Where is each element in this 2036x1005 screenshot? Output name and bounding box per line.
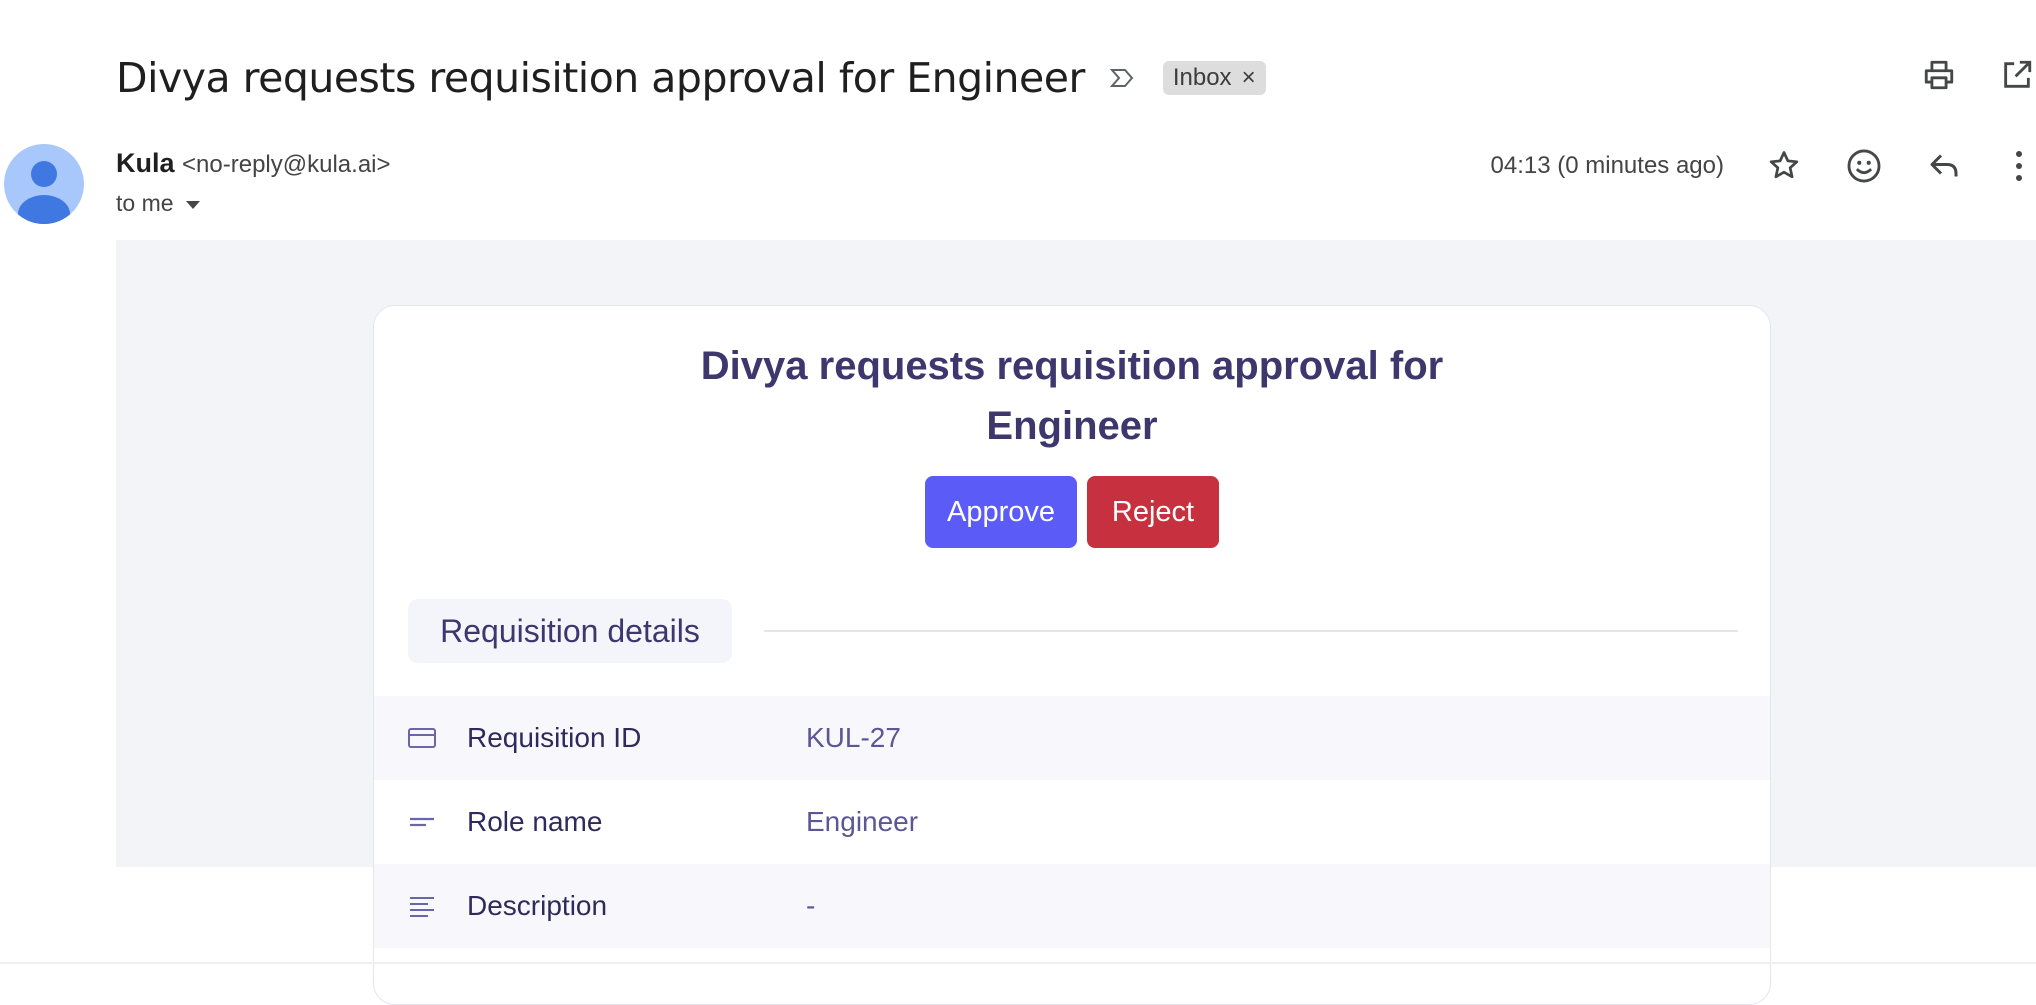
section-divider	[764, 630, 1738, 632]
row-value: -	[806, 890, 816, 921]
message-actions: 04:13 (0 minutes ago)	[1491, 144, 2036, 188]
sender-email: <no-reply@kula.ai>	[182, 151, 391, 178]
approve-button[interactable]: Approve	[925, 476, 1077, 548]
card-title-line-2: Engineer	[986, 404, 1158, 448]
card-title-line-1: Divya requests requisition approval for	[700, 344, 1444, 388]
inbox-label-chip[interactable]: Inbox ×	[1162, 61, 1266, 95]
subject-row: Divya requests requisition approval for …	[116, 48, 1266, 108]
print-icon[interactable]	[1920, 56, 1958, 94]
action-buttons: Approve Reject	[374, 476, 1770, 548]
approval-card: Divya requests requisition approval for …	[373, 305, 1771, 1005]
section-title: Requisition details	[408, 599, 732, 663]
caret-down-icon[interactable]	[184, 190, 202, 217]
recipient-details[interactable]: to me	[116, 190, 202, 217]
importance-marker-icon[interactable]	[1109, 63, 1139, 93]
top-actions	[1920, 56, 2036, 94]
card-title: Divya requests requisition approval for …	[374, 336, 1770, 456]
recipient-text: to me	[116, 190, 174, 216]
label-chip-text: Inbox	[1172, 64, 1232, 91]
star-icon[interactable]	[1762, 144, 1806, 188]
detail-row-description: Description -	[374, 864, 1770, 948]
row-value: KUL-27	[806, 722, 901, 753]
reject-button[interactable]: Reject	[1087, 476, 1219, 548]
sender-name[interactable]: Kula	[116, 148, 175, 178]
more-vert-icon[interactable]	[2002, 144, 2036, 188]
detail-row-role-name: Role name Engineer	[374, 780, 1770, 864]
avatar[interactable]	[4, 144, 84, 224]
row-value: Engineer	[806, 806, 919, 837]
timestamp: 04:13 (0 minutes ago)	[1490, 152, 1724, 179]
remove-label-button[interactable]: ×	[1242, 66, 1256, 90]
notes-icon	[406, 895, 438, 917]
emoji-icon[interactable]	[1842, 144, 1886, 188]
reply-icon[interactable]	[1922, 144, 1966, 188]
row-label: Description	[467, 890, 608, 921]
sender: Kula <no-reply@kula.ai>	[116, 148, 391, 179]
short-text-icon	[406, 815, 438, 829]
open-in-new-window-icon[interactable]	[1998, 56, 2036, 94]
card-icon	[406, 726, 438, 750]
email-subject: Divya requests requisition approval for …	[116, 54, 1085, 102]
detail-row-requisition-id: Requisition ID KUL-27	[374, 696, 1770, 780]
row-label: Requisition ID	[467, 722, 642, 753]
row-label: Role name	[467, 806, 603, 837]
